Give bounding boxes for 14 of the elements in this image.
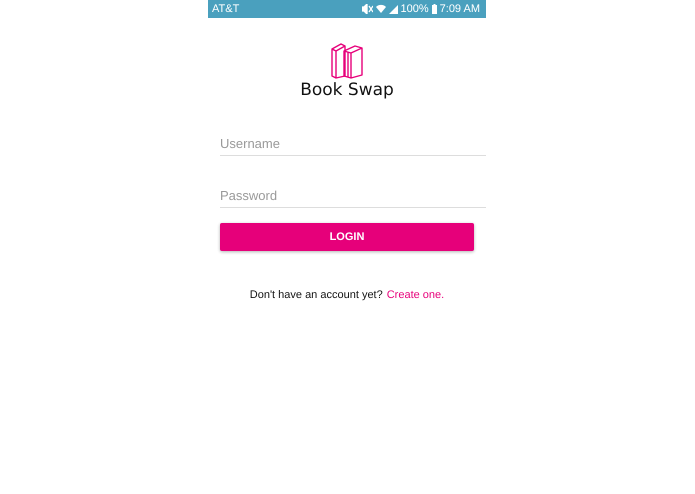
app-title: Book Swap (299, 80, 395, 100)
username-field[interactable]: Username (220, 132, 486, 156)
battery-icon (432, 4, 437, 14)
clock-time: 7:09 AM (440, 3, 480, 15)
login-button[interactable]: LOGIN (220, 223, 474, 251)
battery-percent: 100% (400, 3, 429, 15)
books-logo-icon (330, 43, 364, 79)
signup-prompt: Don't have an account yet? (250, 289, 383, 301)
carrier-name: AT&T (212, 3, 240, 15)
password-field[interactable]: Password (220, 184, 486, 208)
mute-icon (362, 4, 372, 14)
create-account-link[interactable]: Create one. (386, 289, 444, 301)
signal-icon (388, 4, 398, 14)
wifi-icon (376, 4, 386, 14)
